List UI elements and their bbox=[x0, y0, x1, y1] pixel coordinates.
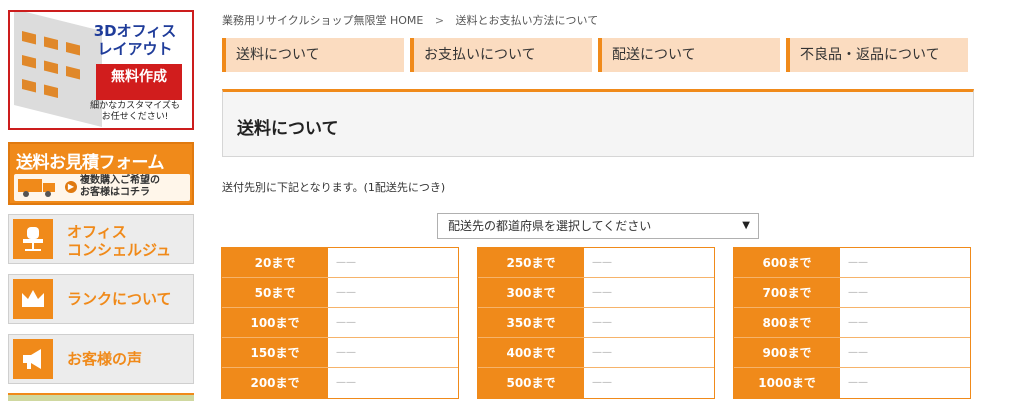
tab-payment[interactable]: お支払いについて bbox=[410, 38, 592, 72]
table-row: 600まで —— bbox=[734, 248, 970, 278]
quote-banner-title: 送料お見積フォーム bbox=[16, 153, 165, 173]
info-tabs: 送料について お支払いについて 配送について 不良品・返品について bbox=[222, 38, 968, 72]
rate-value: —— bbox=[592, 377, 612, 388]
table-row: 20まで —— bbox=[222, 248, 458, 278]
page: 3Dオフィス レイアウト 無料作成 細かなカスタマイズも お任せください! 送料… bbox=[0, 0, 1024, 401]
customer-voice-button[interactable]: お客様の声 bbox=[8, 334, 194, 384]
3d-banner-sub-line1: 細かなカスタマイズも bbox=[90, 101, 180, 111]
rate-value: —— bbox=[336, 287, 356, 298]
3d-banner-sub-line2: お任せください! bbox=[101, 112, 169, 122]
tab-returns[interactable]: 不良品・返品について bbox=[786, 38, 968, 72]
table-row: 350まで —— bbox=[478, 308, 714, 338]
office-chair-icon bbox=[13, 219, 53, 259]
rate-label: 200まで bbox=[222, 368, 328, 398]
prefecture-select-value: 配送先の都道府県を選択してください bbox=[448, 219, 652, 233]
rate-table-1: 20まで —— 50まで —— 100まで —— 150まで —— 200まで —— bbox=[221, 247, 459, 399]
rank-info-label: ランクについて bbox=[67, 290, 172, 308]
shipping-quote-banner[interactable]: 送料お見積フォーム ▶ 複数購入ご希望の お客様はコチラ bbox=[8, 142, 194, 205]
page-title: 送料について bbox=[237, 119, 339, 139]
table-row: 500まで —— bbox=[478, 368, 714, 398]
breadcrumb-home-link[interactable]: 業務用リサイクルショップ無限堂 HOME bbox=[222, 14, 423, 27]
rate-label: 700まで bbox=[734, 278, 840, 307]
3d-banner-title-line2: レイアウト bbox=[97, 40, 173, 58]
caret-down-icon: ▼ bbox=[742, 220, 750, 231]
rate-label: 600まで bbox=[734, 248, 840, 277]
rate-label: 20まで bbox=[222, 248, 328, 277]
office-concierge-label: オフィス コンシェルジュ bbox=[67, 223, 171, 259]
sidebar-next-banner[interactable] bbox=[8, 393, 194, 401]
office-concierge-button[interactable]: オフィス コンシェルジュ bbox=[8, 214, 194, 264]
table-row: 1000まで —— bbox=[734, 368, 970, 398]
rate-label: 400まで bbox=[478, 338, 584, 367]
table-row: 250まで —— bbox=[478, 248, 714, 278]
rate-value: —— bbox=[848, 257, 868, 268]
3d-banner-subtext: 細かなカスタマイズも お任せください! bbox=[84, 101, 186, 123]
breadcrumb-current: 送料とお支払い方法について bbox=[455, 14, 599, 27]
tab-delivery[interactable]: 配送について bbox=[598, 38, 780, 72]
breadcrumb: 業務用リサイクルショップ無限堂 HOME > 送料とお支払い方法について bbox=[222, 12, 598, 28]
rate-value: —— bbox=[592, 317, 612, 328]
rank-info-button[interactable]: ランクについて bbox=[8, 274, 194, 324]
rate-value: —— bbox=[848, 377, 868, 388]
breadcrumb-separator: > bbox=[434, 14, 445, 27]
free-badge: 無料作成 bbox=[96, 64, 182, 100]
rate-value: —— bbox=[592, 257, 612, 268]
quote-banner-sub-line1: 複数購入ご希望の bbox=[80, 175, 160, 186]
rate-value: —— bbox=[848, 287, 868, 298]
rate-label: 50まで bbox=[222, 278, 328, 307]
quote-banner-sub-line2: お客様はコチラ bbox=[80, 187, 150, 198]
table-row: 200まで —— bbox=[222, 368, 458, 398]
rate-label: 300まで bbox=[478, 278, 584, 307]
table-row: 700まで —— bbox=[734, 278, 970, 308]
tab-shipping-fee[interactable]: 送料について bbox=[222, 38, 404, 72]
rate-label: 150まで bbox=[222, 338, 328, 367]
rate-value: —— bbox=[336, 257, 356, 268]
table-row: 400まで —— bbox=[478, 338, 714, 368]
arrow-right-icon: ▶ bbox=[65, 181, 77, 193]
rate-value: —— bbox=[336, 317, 356, 328]
rate-label: 500まで bbox=[478, 368, 584, 398]
rate-label: 100まで bbox=[222, 308, 328, 337]
table-row: 300まで —— bbox=[478, 278, 714, 308]
crown-icon bbox=[13, 279, 53, 319]
office-concierge-line1: オフィス bbox=[67, 223, 127, 241]
megaphone-icon bbox=[13, 339, 53, 379]
intro-text: 送付先別に下記となります。(1配送先につき) bbox=[222, 181, 446, 194]
rate-value: —— bbox=[848, 317, 868, 328]
rate-label: 1000まで bbox=[734, 368, 840, 398]
office-concierge-line2: コンシェルジュ bbox=[67, 241, 171, 259]
rate-value: —— bbox=[592, 287, 612, 298]
table-row: 800まで —— bbox=[734, 308, 970, 338]
table-row: 900まで —— bbox=[734, 338, 970, 368]
rate-label: 350まで bbox=[478, 308, 584, 337]
rate-table-2: 250まで —— 300まで —— 350まで —— 400まで —— 500まで —— bbox=[477, 247, 715, 399]
customer-voice-label: お客様の声 bbox=[67, 350, 143, 368]
3d-banner-title-line1: 3Dオフィス bbox=[93, 22, 177, 40]
quote-banner-subtext: 複数購入ご希望の お客様はコチラ bbox=[80, 175, 190, 199]
rate-value: —— bbox=[336, 347, 356, 358]
rate-label: 900まで bbox=[734, 338, 840, 367]
rate-value: —— bbox=[848, 347, 868, 358]
rate-value: —— bbox=[592, 347, 612, 358]
table-row: 100まで —— bbox=[222, 308, 458, 338]
3d-layout-banner[interactable]: 3Dオフィス レイアウト 無料作成 細かなカスタマイズも お任せください! bbox=[8, 10, 194, 130]
rate-table-3: 600まで —— 700まで —— 800まで —— 900まで —— 1000まで —— bbox=[733, 247, 971, 399]
table-row: 150まで —— bbox=[222, 338, 458, 368]
prefecture-select[interactable]: 配送先の都道府県を選択してください ▼ bbox=[437, 213, 759, 239]
table-row: 50まで —— bbox=[222, 278, 458, 308]
section-heading-box: 送料について bbox=[222, 89, 974, 157]
rate-label: 250まで bbox=[478, 248, 584, 277]
truck-icon bbox=[18, 179, 55, 197]
3d-banner-title: 3Dオフィス レイアウト bbox=[86, 22, 184, 58]
rate-label: 800まで bbox=[734, 308, 840, 337]
rate-value: —— bbox=[336, 377, 356, 388]
